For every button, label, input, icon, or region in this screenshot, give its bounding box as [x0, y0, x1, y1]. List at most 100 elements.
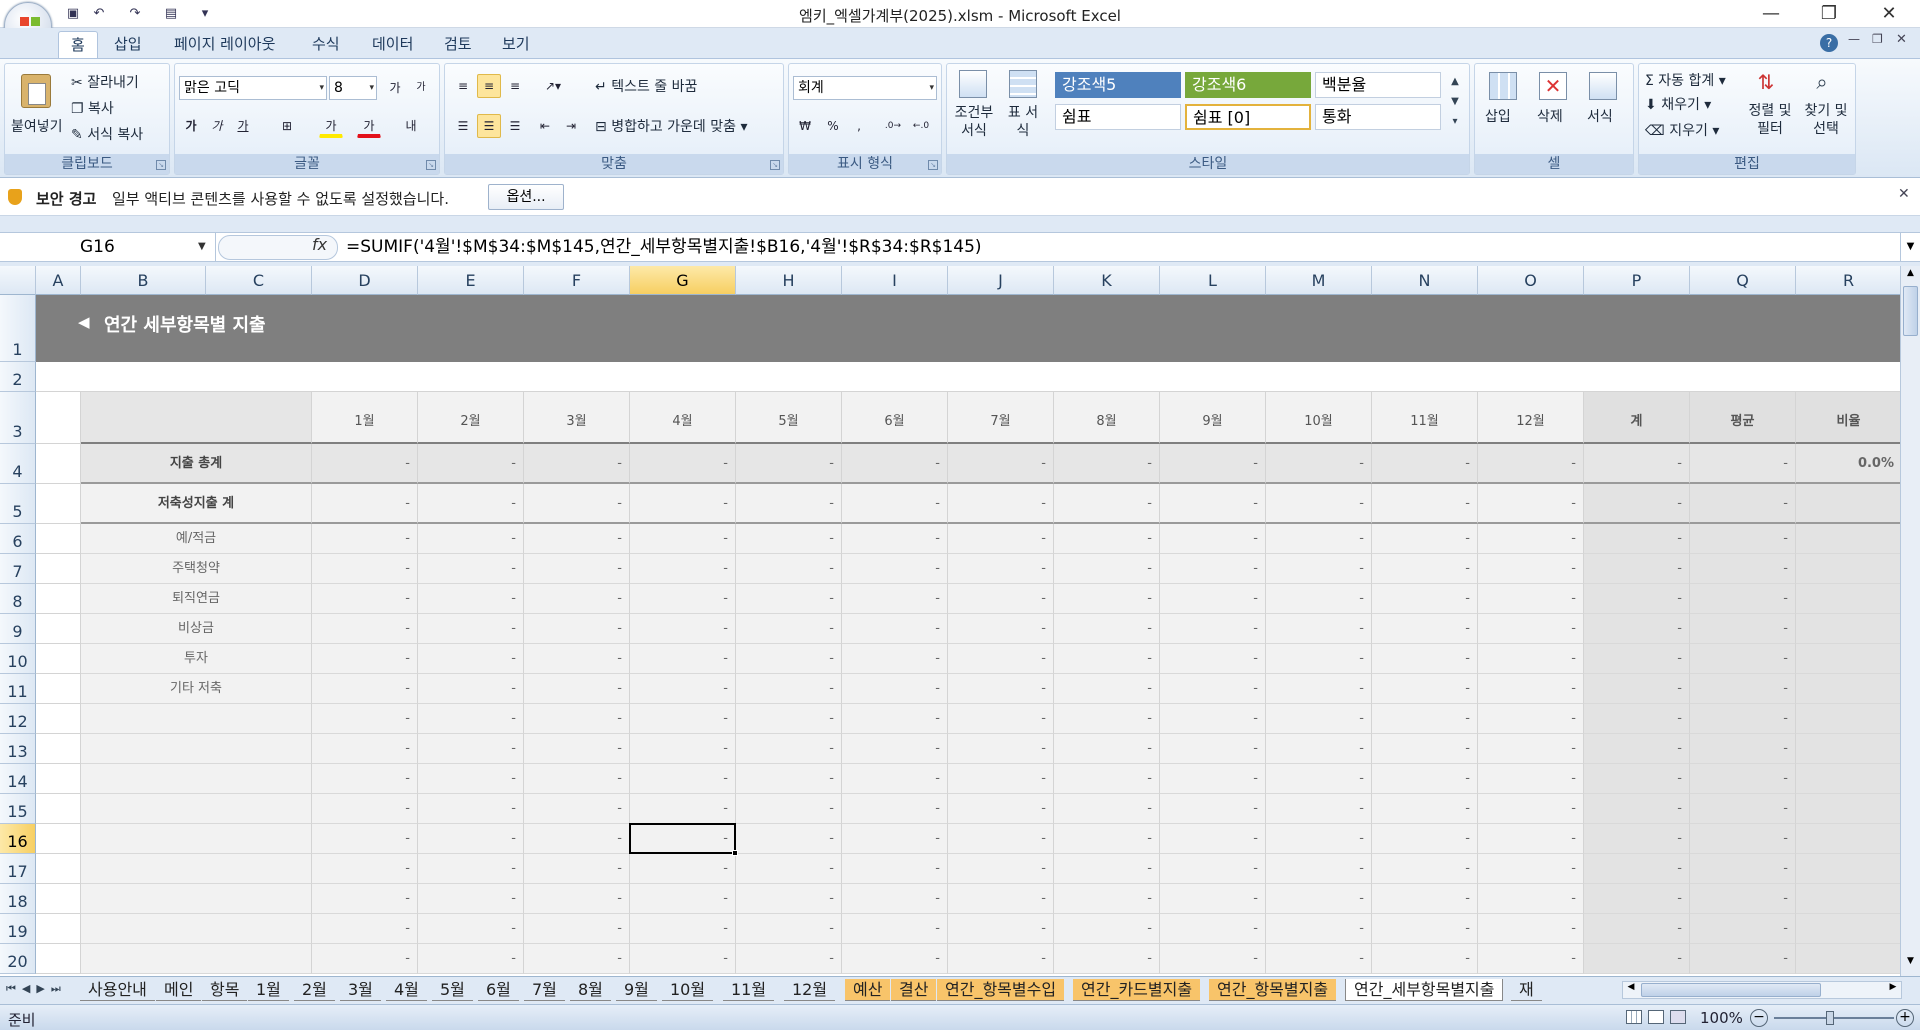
value-cell[interactable]: -	[1478, 444, 1584, 484]
value-cell[interactable]: -	[312, 524, 418, 554]
value-cell[interactable]: -	[736, 854, 842, 884]
value-cell[interactable]: -	[1478, 824, 1584, 854]
row-header-14[interactable]: 14	[0, 764, 36, 794]
cell-a4[interactable]	[36, 444, 81, 484]
value-cell[interactable]: -	[1690, 614, 1796, 644]
scroll-up-icon[interactable]: ▲	[1903, 268, 1918, 283]
value-cell[interactable]: -	[312, 444, 418, 484]
month-header[interactable]: 6월	[842, 392, 948, 444]
saving-label[interactable]: 저축성지출 계	[81, 484, 312, 524]
month-header[interactable]: 7월	[948, 392, 1054, 444]
minimize-button[interactable]: —	[1742, 0, 1800, 28]
help-icon[interactable]: ?	[1820, 34, 1838, 52]
value-cell[interactable]: -	[1160, 944, 1266, 974]
value-cell[interactable]: -	[1054, 524, 1160, 554]
value-cell[interactable]: -	[1690, 734, 1796, 764]
value-cell[interactable]	[1796, 554, 1900, 584]
value-cell[interactable]: -	[1266, 794, 1372, 824]
value-cell[interactable]: -	[1584, 644, 1690, 674]
column-header-f[interactable]: F	[524, 266, 630, 295]
orientation-icon[interactable]: ↗▾	[537, 74, 569, 98]
value-cell[interactable]: -	[1690, 704, 1796, 734]
normal-view-icon[interactable]	[1626, 1010, 1642, 1024]
value-cell[interactable]: -	[630, 444, 736, 484]
value-cell[interactable]: -	[1584, 944, 1690, 974]
value-cell[interactable]: -	[1266, 704, 1372, 734]
value-cell[interactable]: -	[1478, 584, 1584, 614]
value-cell[interactable]: -	[418, 704, 524, 734]
column-header-i[interactable]: I	[842, 266, 948, 295]
value-cell[interactable]: -	[524, 704, 630, 734]
item-label[interactable]: 퇴직연금	[81, 584, 312, 614]
value-cell[interactable]: -	[1266, 944, 1372, 974]
item-label[interactable]: 비상금	[81, 614, 312, 644]
row-header-10[interactable]: 10	[0, 644, 36, 674]
clear-button[interactable]: ⌫ 지우기 ▾	[1645, 120, 1719, 140]
value-cell[interactable]: -	[1690, 554, 1796, 584]
value-cell[interactable]: -	[1584, 884, 1690, 914]
cell-a19[interactable]	[36, 914, 81, 944]
value-cell[interactable]: -	[1690, 484, 1796, 524]
value-cell[interactable]: -	[948, 444, 1054, 484]
paste-button[interactable]: 붙여넣기	[11, 116, 63, 136]
value-cell[interactable]: -	[1160, 764, 1266, 794]
item-label[interactable]: 주택청약	[81, 554, 312, 584]
value-cell[interactable]: -	[1160, 884, 1266, 914]
value-cell[interactable]: -	[312, 674, 418, 704]
column-header-d[interactable]: D	[312, 266, 418, 295]
value-cell[interactable]: -	[842, 854, 948, 884]
month-header[interactable]: 9월	[1160, 392, 1266, 444]
style-percent[interactable]: 백분율	[1315, 72, 1441, 98]
value-cell[interactable]: -	[1478, 854, 1584, 884]
value-cell[interactable]: -	[312, 554, 418, 584]
value-cell[interactable]: -	[1054, 554, 1160, 584]
item-label[interactable]	[81, 884, 312, 914]
workbook-minimize-icon[interactable]: —	[1848, 32, 1860, 46]
page-layout-view-icon[interactable]	[1648, 1010, 1664, 1024]
value-cell[interactable]: -	[1690, 944, 1796, 974]
column-header-l[interactable]: L	[1160, 266, 1266, 295]
value-cell[interactable]: -	[1054, 914, 1160, 944]
value-cell[interactable]: -	[1160, 914, 1266, 944]
undo-icon[interactable]: ↶	[90, 5, 108, 23]
value-cell[interactable]: -	[948, 764, 1054, 794]
row-header-4[interactable]: 4	[0, 444, 36, 484]
value-cell[interactable]: -	[948, 644, 1054, 674]
value-cell[interactable]: -	[418, 614, 524, 644]
month-header[interactable]: 5월	[736, 392, 842, 444]
row-header-3[interactable]: 3	[0, 392, 36, 444]
value-cell[interactable]: -	[1372, 884, 1478, 914]
value-cell[interactable]: -	[630, 944, 736, 974]
value-cell[interactable]: -	[1690, 674, 1796, 704]
value-cell[interactable]: -	[1372, 444, 1478, 484]
sheet-tab[interactable]: 연간_항목별지출	[1209, 979, 1337, 1001]
value-cell[interactable]	[1796, 824, 1900, 854]
style-currency[interactable]: 통화	[1315, 104, 1441, 130]
value-cell[interactable]: -	[1478, 644, 1584, 674]
value-cell[interactable]	[1796, 524, 1900, 554]
redo-icon[interactable]: ↷	[126, 5, 144, 23]
value-cell[interactable]: -	[418, 584, 524, 614]
value-cell[interactable]: -	[1690, 764, 1796, 794]
conditional-format-button[interactable]: 조건부 서식	[951, 104, 997, 140]
value-cell[interactable]: -	[1266, 524, 1372, 554]
value-cell[interactable]: -	[418, 444, 524, 484]
cell-a12[interactable]	[36, 704, 81, 734]
phonetic-button[interactable]: 내	[399, 114, 423, 138]
print-preview-icon[interactable]: ▤	[162, 5, 180, 23]
value-cell[interactable]	[1796, 944, 1900, 974]
value-cell[interactable]: -	[736, 794, 842, 824]
month-header[interactable]: 10월	[1266, 392, 1372, 444]
row-header-5[interactable]: 5	[0, 484, 36, 524]
value-cell[interactable]: -	[524, 944, 630, 974]
value-cell[interactable]: -	[1054, 584, 1160, 614]
value-cell[interactable]	[1796, 794, 1900, 824]
value-cell[interactable]: -	[1054, 734, 1160, 764]
value-cell[interactable]: -	[1266, 554, 1372, 584]
delete-cells-button[interactable]: 삭제	[1537, 106, 1563, 126]
value-cell[interactable]: -	[736, 764, 842, 794]
table-format-button[interactable]: 표 서식	[1007, 104, 1039, 140]
value-cell[interactable]: -	[312, 914, 418, 944]
month-header[interactable]: 4월	[630, 392, 736, 444]
column-header-k[interactable]: K	[1054, 266, 1160, 295]
